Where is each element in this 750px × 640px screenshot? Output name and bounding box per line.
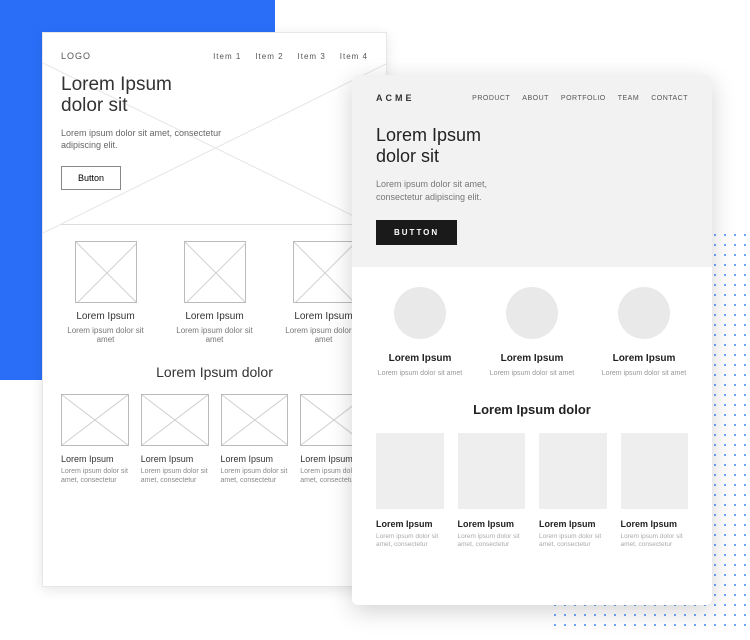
wireframe-hero-desc: Lorem ipsum dolor sit amet, consectetur … [61, 127, 231, 152]
hifi-hero: ACME PRODUCT ABOUT PORTFOLIO TEAM CONTAC… [352, 75, 712, 267]
wireframe-grid-cell: Lorem Ipsum Lorem ipsum dolor sit amet, … [141, 394, 209, 485]
cell-title: Lorem Ipsum [141, 454, 209, 464]
wireframe-features-row: Lorem Ipsum Lorem ipsum dolor sit amet L… [61, 241, 368, 344]
hifi-grid-cell: Lorem Ipsum Lorem ipsum dolor sit amet, … [621, 433, 689, 550]
title-line: dolor sit [376, 146, 439, 166]
hifi-nav-item[interactable]: TEAM [618, 95, 639, 102]
cell-desc: Lorem ipsum dolor sit amet, consectetur [141, 467, 209, 485]
wireframe-header: LOGO Item 1 Item 2 Item 3 Item 4 [61, 51, 368, 61]
hifi-nav-item[interactable]: CONTACT [651, 95, 688, 102]
image-placeholder-icon [61, 394, 129, 446]
hifi-feature: Lorem Ipsum Lorem ipsum dolor sit amet [600, 287, 688, 378]
feature-desc: Lorem ipsum dolor sit amet [170, 326, 259, 344]
wireframe-hero-title: Lorem Ipsum dolor sit [61, 75, 368, 117]
feature-title: Lorem Ipsum [488, 353, 576, 364]
hifi-feature: Lorem Ipsum Lorem ipsum dolor sit amet [376, 287, 464, 378]
hifi-mockup-card: ACME PRODUCT ABOUT PORTFOLIO TEAM CONTAC… [352, 75, 712, 605]
image-placeholder-icon [458, 433, 526, 509]
feature-title: Lorem Ipsum [170, 311, 259, 322]
wireframe-grid-cell: Lorem Ipsum Lorem ipsum dolor sit amet, … [61, 394, 129, 485]
wireframe-mockup-card: LOGO Item 1 Item 2 Item 3 Item 4 Lorem I… [42, 32, 387, 587]
avatar-placeholder-icon [394, 287, 446, 339]
hifi-features-row: Lorem Ipsum Lorem ipsum dolor sit amet L… [376, 287, 688, 378]
hifi-section-title: Lorem Ipsum dolor [376, 402, 688, 417]
wireframe-section-title: Lorem Ipsum dolor [61, 364, 368, 380]
image-placeholder-icon [621, 433, 689, 509]
feature-desc: Lorem ipsum dolor sit amet [376, 369, 464, 378]
cell-desc: Lorem ipsum dolor sit amet, consectetur [539, 533, 607, 550]
image-placeholder-icon [184, 241, 246, 303]
hifi-body: Lorem Ipsum Lorem ipsum dolor sit amet L… [352, 267, 712, 570]
hifi-grid-cell: Lorem Ipsum Lorem ipsum dolor sit amet, … [539, 433, 607, 550]
cell-title: Lorem Ipsum [221, 454, 289, 464]
wireframe-feature: Lorem Ipsum Lorem ipsum dolor sit amet [61, 241, 150, 344]
wireframe-nav-item[interactable]: Item 1 [213, 52, 241, 61]
title-line: dolor sit [61, 95, 128, 116]
feature-title: Lorem Ipsum [600, 353, 688, 364]
hifi-nav: PRODUCT ABOUT PORTFOLIO TEAM CONTACT [472, 95, 688, 102]
image-placeholder-icon [293, 241, 355, 303]
cell-title: Lorem Ipsum [539, 519, 607, 529]
title-line: Lorem Ipsum [376, 125, 481, 145]
feature-title: Lorem Ipsum [376, 353, 464, 364]
wireframe-hero-button[interactable]: Button [61, 166, 121, 190]
hifi-grid: Lorem Ipsum Lorem ipsum dolor sit amet, … [376, 433, 688, 550]
cell-desc: Lorem ipsum dolor sit amet, consectetur [61, 467, 129, 485]
wireframe-logo: LOGO [61, 51, 91, 61]
wireframe-nav-item[interactable]: Item 4 [340, 52, 368, 61]
feature-desc: Lorem ipsum dolor sit amet [488, 369, 576, 378]
image-placeholder-icon [539, 433, 607, 509]
avatar-placeholder-icon [618, 287, 670, 339]
feature-desc: Lorem ipsum dolor sit amet [61, 326, 150, 344]
feature-desc: Lorem ipsum dolor sit amet [600, 369, 688, 378]
image-placeholder-icon [141, 394, 209, 446]
cell-desc: Lorem ipsum dolor sit amet, consectetur [458, 533, 526, 550]
title-line: Lorem Ipsum [61, 74, 172, 95]
hifi-hero-title: Lorem Ipsum dolor sit [376, 125, 688, 166]
wireframe-feature: Lorem Ipsum Lorem ipsum dolor sit amet [170, 241, 259, 344]
feature-title: Lorem Ipsum [61, 311, 150, 322]
hifi-grid-cell: Lorem Ipsum Lorem ipsum dolor sit amet, … [458, 433, 526, 550]
wireframe-nav: Item 1 Item 2 Item 3 Item 4 [213, 52, 368, 61]
wireframe-grid-cell: Lorem Ipsum Lorem ipsum dolor sit amet, … [221, 394, 289, 485]
wireframe-hero: Lorem Ipsum dolor sit Lorem ipsum dolor … [61, 75, 368, 225]
cell-title: Lorem Ipsum [61, 454, 129, 464]
image-placeholder-icon [75, 241, 137, 303]
hifi-hero-button[interactable]: BUTTON [376, 220, 457, 245]
hifi-header: ACME PRODUCT ABOUT PORTFOLIO TEAM CONTAC… [376, 93, 688, 103]
image-placeholder-icon [221, 394, 289, 446]
hifi-grid-cell: Lorem Ipsum Lorem ipsum dolor sit amet, … [376, 433, 444, 550]
hifi-nav-item[interactable]: PORTFOLIO [561, 95, 606, 102]
wireframe-nav-item[interactable]: Item 2 [255, 52, 283, 61]
cell-title: Lorem Ipsum [621, 519, 689, 529]
wireframe-grid: Lorem Ipsum Lorem ipsum dolor sit amet, … [61, 394, 368, 485]
cell-desc: Lorem ipsum dolor sit amet, consectetur [621, 533, 689, 550]
hifi-nav-item[interactable]: PRODUCT [472, 95, 510, 102]
cell-title: Lorem Ipsum [376, 519, 444, 529]
cell-title: Lorem Ipsum [458, 519, 526, 529]
hifi-nav-item[interactable]: ABOUT [522, 95, 549, 102]
image-placeholder-icon [376, 433, 444, 509]
cell-desc: Lorem ipsum dolor sit amet, consectetur [221, 467, 289, 485]
hifi-feature: Lorem Ipsum Lorem ipsum dolor sit amet [488, 287, 576, 378]
wireframe-nav-item[interactable]: Item 3 [298, 52, 326, 61]
hifi-hero-desc: Lorem ipsum dolor sit amet, consectetur … [376, 178, 526, 203]
hifi-logo: ACME [376, 93, 415, 103]
avatar-placeholder-icon [506, 287, 558, 339]
cell-desc: Lorem ipsum dolor sit amet, consectetur [376, 533, 444, 550]
